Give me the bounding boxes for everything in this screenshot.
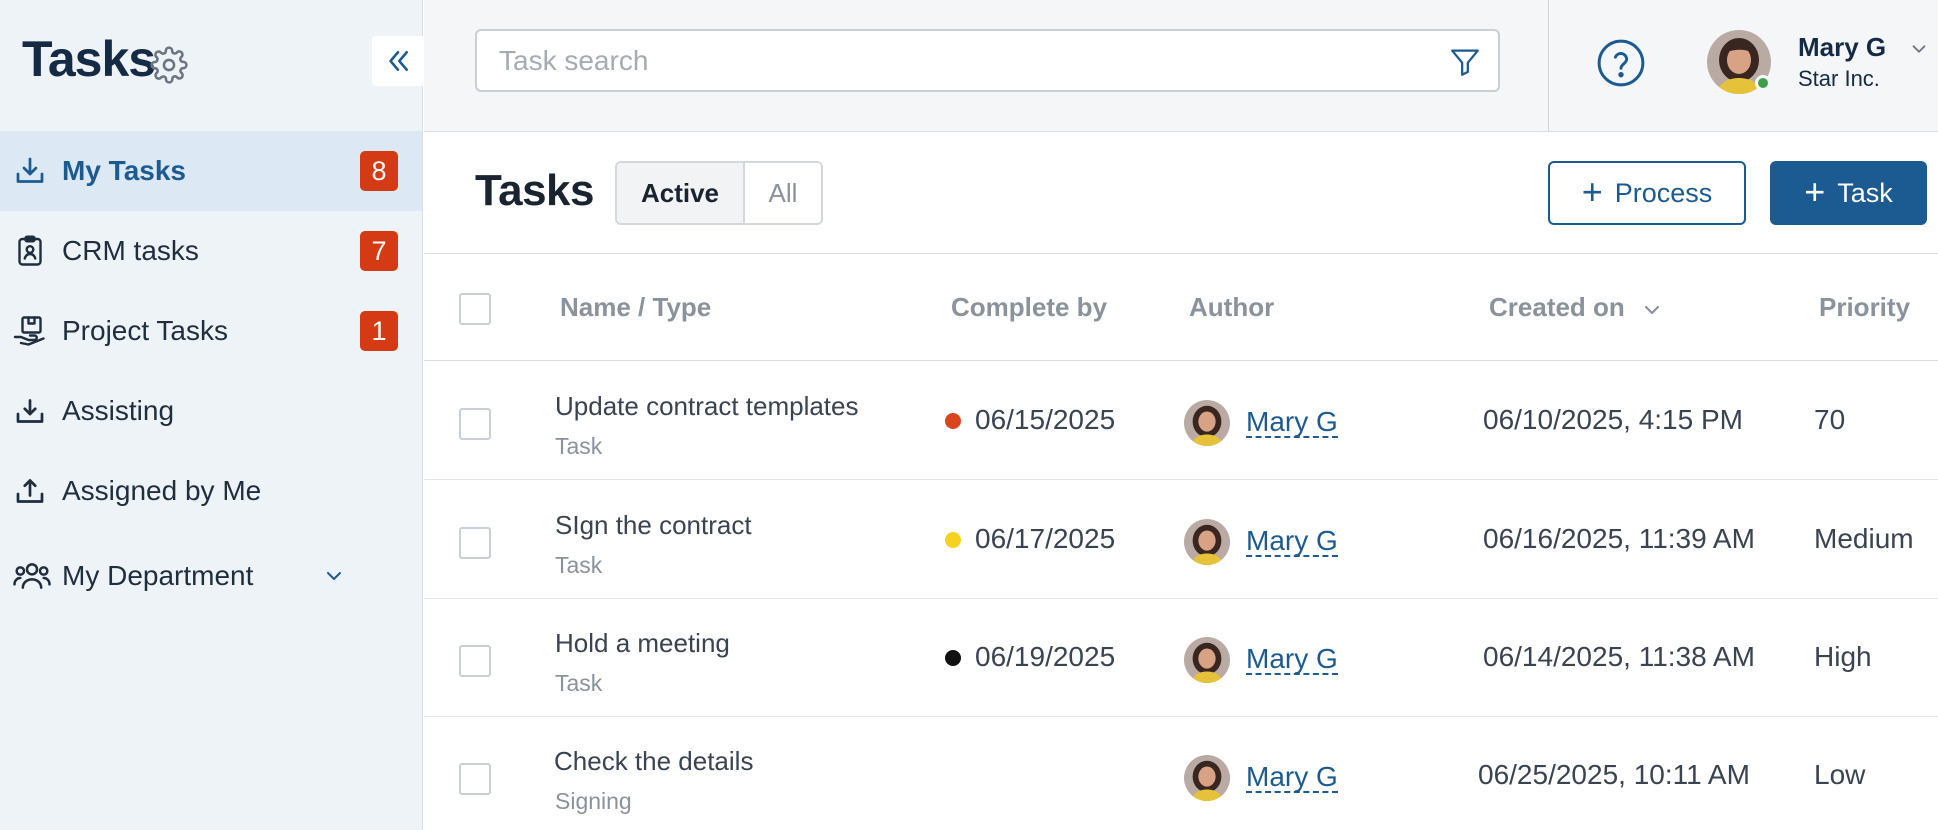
double-chevron-left-icon <box>389 51 408 71</box>
button-label: Task <box>1837 177 1893 208</box>
complete-by-date: 06/17/2025 <box>975 523 1116 554</box>
author-avatar <box>1184 519 1230 565</box>
plus-icon: + <box>1804 170 1826 212</box>
author-link[interactable]: Mary G <box>1246 526 1338 558</box>
table-row[interactable]: SIgn the contract Task 06/17/2025 Mary G… <box>424 480 1938 599</box>
task-type: Task <box>555 433 603 459</box>
sidebar: Tasks My Tasks 8 CRM tasks 7 Project Tas… <box>0 0 424 830</box>
created-on: 06/10/2025, 4:15 PM <box>1483 404 1743 435</box>
sidebar-item-my-tasks[interactable]: My Tasks 8 <box>0 131 422 211</box>
collapse-sidebar-button[interactable] <box>372 36 424 86</box>
chevron-down-icon[interactable] <box>322 564 346 588</box>
sidebar-item-label: Assisting <box>62 395 175 426</box>
online-status-dot <box>1755 75 1771 91</box>
count-badge: 7 <box>360 231 398 271</box>
gear-icon[interactable] <box>150 46 188 84</box>
row-checkbox[interactable] <box>459 527 491 559</box>
tray-in-icon <box>16 399 44 423</box>
sidebar-item-label: My Tasks <box>62 155 186 186</box>
sidebar-title: Tasks <box>22 31 156 87</box>
select-all-checkbox[interactable] <box>459 293 491 325</box>
task-name[interactable]: SIgn the contract <box>555 510 752 541</box>
priority: 70 <box>1814 404 1846 435</box>
task-type: Task <box>555 552 603 578</box>
author-avatar <box>1184 400 1230 446</box>
due-status-dot <box>945 532 961 548</box>
sidebar-item-assisting[interactable]: Assisting <box>0 371 422 451</box>
sidebar-item-label: Project Tasks <box>62 315 228 346</box>
column-header-created-on[interactable]: Created on <box>1489 292 1625 323</box>
clipboard-user-icon <box>18 235 42 266</box>
sidebar-item-assigned-by-me[interactable]: Assigned by Me <box>0 451 422 531</box>
author-avatar <box>1184 755 1230 801</box>
sidebar-item-my-department[interactable]: My Department <box>0 531 422 621</box>
row-checkbox[interactable] <box>459 645 491 677</box>
created-on: 06/25/2025, 10:11 AM <box>1478 759 1750 790</box>
priority: Low <box>1814 759 1866 790</box>
user-name[interactable]: Mary G <box>1798 32 1886 63</box>
button-label: Process <box>1614 177 1713 208</box>
sidebar-nav: My Tasks 8 CRM tasks 7 Project Tasks 1 A… <box>0 131 422 621</box>
tab-active[interactable]: Active <box>617 163 745 223</box>
inbox-download-icon <box>16 157 44 183</box>
add-task-button[interactable]: + Task <box>1770 161 1927 225</box>
due-status-dot <box>945 650 961 666</box>
sidebar-item-label: My Department <box>62 560 254 591</box>
task-search <box>475 29 1500 92</box>
sidebar-item-project-tasks[interactable]: Project Tasks 1 <box>0 291 422 371</box>
priority: Medium <box>1814 523 1914 554</box>
table-row[interactable]: Check the details Signing Mary G 06/25/2… <box>424 716 1938 830</box>
priority: High <box>1814 641 1872 672</box>
task-name[interactable]: Check the details <box>554 746 753 777</box>
people-icon <box>13 563 51 589</box>
task-type: Task <box>555 670 603 696</box>
complete-by-date: 06/15/2025 <box>975 404 1116 435</box>
count-badge: 8 <box>360 151 398 191</box>
author-link[interactable]: Mary G <box>1246 644 1338 676</box>
column-header-author[interactable]: Author <box>1189 292 1274 323</box>
filter-icon[interactable] <box>1448 45 1482 79</box>
due-status-dot <box>945 413 961 429</box>
hand-box-icon <box>13 316 45 346</box>
created-on: 06/16/2025, 11:39 AM <box>1483 523 1755 554</box>
top-bar: Mary G Star Inc. <box>424 0 1938 132</box>
status-filter-toggle: Active All <box>615 161 823 225</box>
row-checkbox[interactable] <box>459 763 491 795</box>
task-name[interactable]: Update contract templates <box>555 391 859 422</box>
table-row[interactable]: Update contract templates Task 06/15/202… <box>424 361 1938 480</box>
count-badge: 1 <box>360 311 398 351</box>
created-on: 06/14/2025, 11:38 AM <box>1483 641 1755 672</box>
search-input[interactable] <box>499 31 1429 90</box>
tab-all[interactable]: All <box>745 163 821 223</box>
chevron-down-icon[interactable] <box>1908 38 1930 60</box>
help-icon[interactable] <box>1596 38 1646 88</box>
sort-chevron-down-icon[interactable] <box>1640 298 1664 322</box>
sidebar-item-crm-tasks[interactable]: CRM tasks 7 <box>0 211 422 291</box>
author-link[interactable]: Mary G <box>1246 762 1338 794</box>
sidebar-item-label: CRM tasks <box>62 235 199 266</box>
author-link[interactable]: Mary G <box>1246 407 1338 439</box>
divider <box>424 253 1938 254</box>
sidebar-item-label: Assigned by Me <box>62 475 262 506</box>
column-header-name[interactable]: Name / Type <box>560 292 711 323</box>
table-row[interactable]: Hold a meeting Task 06/19/2025 Mary G 06… <box>424 598 1938 717</box>
row-checkbox[interactable] <box>459 408 491 440</box>
plus-icon: + <box>1581 170 1603 212</box>
divider <box>1548 0 1549 131</box>
page-title: Tasks <box>475 166 595 215</box>
complete-by-date: 06/19/2025 <box>975 641 1116 672</box>
add-process-button[interactable]: + Process <box>1548 161 1746 225</box>
user-company: Star Inc. <box>1798 66 1880 91</box>
column-header-complete-by[interactable]: Complete by <box>951 292 1107 323</box>
task-name[interactable]: Hold a meeting <box>555 628 730 659</box>
author-avatar <box>1184 637 1230 683</box>
column-header-priority[interactable]: Priority <box>1819 292 1910 323</box>
upload-icon <box>16 479 44 503</box>
task-type: Signing <box>555 788 632 814</box>
